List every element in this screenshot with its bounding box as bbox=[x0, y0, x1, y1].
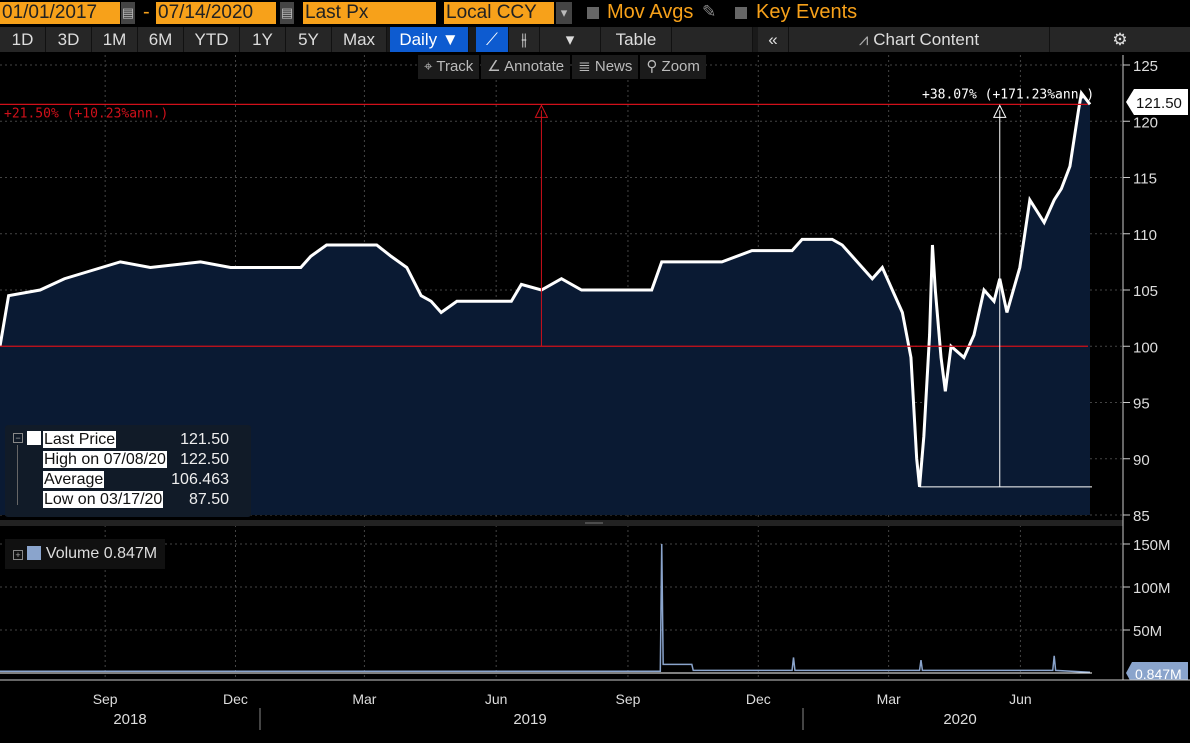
toolbar-spacer bbox=[672, 27, 753, 52]
year-label: 2019 bbox=[513, 711, 546, 728]
month-label: Jun bbox=[485, 691, 508, 707]
mov-avgs-label[interactable]: Mov Avgs bbox=[607, 1, 693, 24]
month-label: Mar bbox=[877, 691, 901, 707]
chart-content-icon: ⩘ bbox=[858, 30, 874, 49]
annotate-button[interactable]: ∠ Annotate bbox=[481, 55, 571, 79]
low-value: 87.50 bbox=[188, 491, 229, 508]
last-price-tag-label: 121.50 bbox=[1136, 95, 1182, 112]
line-chart-icon[interactable]: ⟋ bbox=[476, 27, 509, 52]
last-price-swatch bbox=[27, 431, 41, 445]
volume-legend: + Volume 0.847M bbox=[5, 539, 165, 569]
price-tick-label: 125 bbox=[1133, 58, 1158, 75]
range-1m[interactable]: 1M bbox=[92, 27, 138, 52]
zoom-button[interactable]: ⚲ Zoom bbox=[640, 55, 706, 79]
news-button[interactable]: ≣ News bbox=[572, 55, 639, 79]
price-tick-label: 105 bbox=[1133, 283, 1158, 300]
range-toolbar: 1D 3D 1M 6M YTD 1Y 5Y Max Daily ▼ ⟋ ⫲ ▾ … bbox=[0, 27, 1190, 52]
calendar-icon[interactable]: ▤ bbox=[280, 2, 294, 24]
calendar-icon[interactable]: ▤ bbox=[121, 2, 135, 24]
date-dash: - bbox=[143, 1, 150, 23]
price-tick-label: 90 bbox=[1133, 452, 1150, 469]
chart-type-dropdown-icon[interactable]: ▾ bbox=[540, 27, 601, 52]
chart-content-label: Chart Content bbox=[873, 30, 980, 49]
high-label: High on 07/08/20 bbox=[43, 451, 167, 468]
volume-tick-label: 150M bbox=[1133, 537, 1171, 554]
currency-select[interactable]: Local CCY bbox=[444, 2, 554, 24]
chart-content-button[interactable]: ⩘ Chart Content bbox=[789, 27, 1050, 52]
periodicity-select[interactable]: Daily ▼ bbox=[390, 27, 469, 52]
last-price-value: 121.50 bbox=[180, 431, 229, 448]
table-button[interactable]: Table bbox=[601, 27, 672, 52]
top-toolbar: 01/01/2017 ▤ - 07/14/2020 ▤ Last Px Loca… bbox=[0, 0, 1190, 26]
range-1d[interactable]: 1D bbox=[0, 27, 46, 52]
gear-icon[interactable]: ⚙ bbox=[1050, 27, 1190, 52]
month-label: Jun bbox=[1009, 691, 1032, 707]
price-tick-label: 115 bbox=[1133, 171, 1157, 188]
key-events-checkbox[interactable] bbox=[735, 7, 747, 19]
bar-chart-icon[interactable]: ⫲ bbox=[509, 27, 540, 52]
range-1y[interactable]: 1Y bbox=[240, 27, 286, 52]
volume-tick-label: 50M bbox=[1133, 623, 1162, 640]
month-label: Dec bbox=[223, 691, 248, 707]
high-value: 122.50 bbox=[180, 451, 229, 468]
mov-avgs-checkbox[interactable] bbox=[587, 7, 599, 19]
price-tick-label: 110 bbox=[1133, 227, 1157, 244]
price-volume-chart[interactable]: +21.50% (+10.23%ann.) +38.07% (+171.23%an… bbox=[0, 0, 1190, 743]
legend-tree-line bbox=[17, 445, 18, 505]
expand-legend-icon[interactable]: + bbox=[13, 550, 23, 560]
collapse-icon[interactable]: « bbox=[758, 27, 789, 52]
price-legend: − Last Price 121.50 High on 07/08/20 122.5… bbox=[5, 425, 251, 517]
volume-swatch bbox=[27, 546, 42, 560]
volume-label: Volume 0.847M bbox=[45, 545, 158, 562]
month-label: Mar bbox=[352, 691, 376, 707]
range-6m[interactable]: 6M bbox=[138, 27, 184, 52]
low-label: Low on 03/17/20 bbox=[43, 491, 164, 508]
annotation-label: +21.50% (+10.23%ann.) bbox=[4, 106, 168, 121]
volume-tick-label: 100M bbox=[1133, 580, 1171, 597]
start-date-input[interactable]: 01/01/2017 bbox=[0, 2, 120, 24]
year-label: 2018 bbox=[113, 711, 146, 728]
panel-divider bbox=[0, 520, 1123, 526]
chart-tools: ⌖ Track ∠ Annotate ≣ News ⚲ Zoom bbox=[418, 55, 708, 79]
range-3d[interactable]: 3D bbox=[46, 27, 92, 52]
year-label: 2020 bbox=[943, 711, 976, 728]
month-label: Sep bbox=[615, 691, 640, 707]
collapse-legend-icon[interactable]: − bbox=[13, 433, 23, 443]
average-label: Average bbox=[43, 471, 105, 488]
month-label: Dec bbox=[746, 691, 771, 707]
chevron-down-icon[interactable]: ▾ bbox=[556, 2, 572, 24]
price-tick-label: 120 bbox=[1133, 114, 1158, 131]
x-axis-band bbox=[0, 680, 1190, 743]
range-max[interactable]: Max bbox=[332, 27, 387, 52]
average-value: 106.463 bbox=[171, 471, 229, 488]
price-tick-label: 85 bbox=[1133, 508, 1150, 525]
annotation-label: +38.07% (+171.23%ann.) bbox=[922, 87, 1094, 102]
range-ytd[interactable]: YTD bbox=[184, 27, 240, 52]
last-price-label: Last Price bbox=[43, 431, 117, 448]
price-tick-label: 95 bbox=[1133, 396, 1150, 413]
end-date-input[interactable]: 07/14/2020 bbox=[156, 2, 276, 24]
field-select[interactable]: Last Px bbox=[303, 2, 436, 24]
price-tick-label: 100 bbox=[1133, 339, 1158, 356]
key-events-label[interactable]: Key Events bbox=[756, 1, 857, 24]
track-button[interactable]: ⌖ Track bbox=[418, 55, 480, 79]
pencil-icon[interactable]: ✎ bbox=[702, 2, 716, 22]
range-5y[interactable]: 5Y bbox=[286, 27, 332, 52]
month-label: Sep bbox=[93, 691, 118, 707]
